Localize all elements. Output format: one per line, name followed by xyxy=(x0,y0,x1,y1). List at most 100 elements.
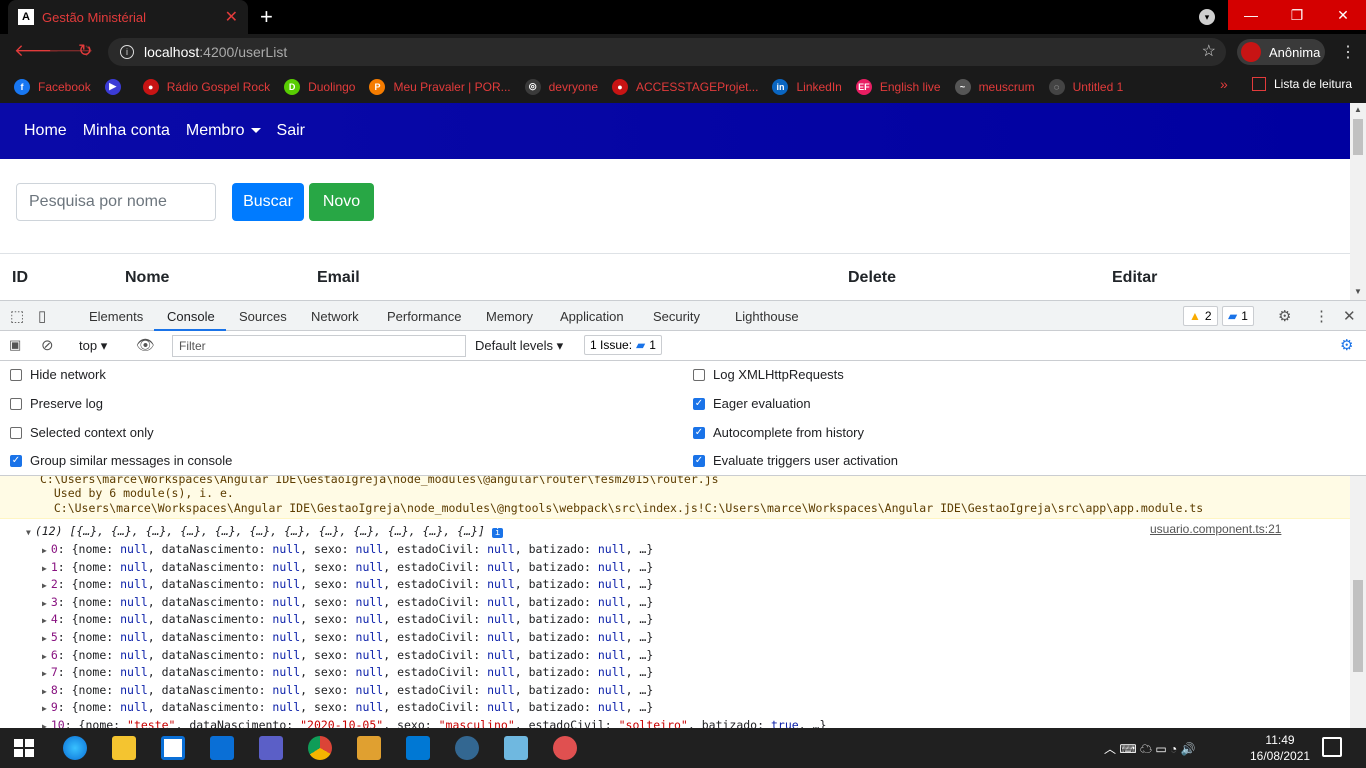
warnings-badge[interactable]: ▲ 2 xyxy=(1183,306,1218,326)
tab-performance[interactable]: Performance xyxy=(387,309,461,324)
setting-checkbox[interactable]: ✓ Evaluate triggers user activation xyxy=(693,453,898,468)
new-tab-icon[interactable]: + xyxy=(260,4,273,30)
profile-button[interactable]: Anônima xyxy=(1237,39,1325,65)
log-levels-dropdown[interactable]: Default levels ▾ xyxy=(475,338,563,354)
page-scrollbar[interactable]: ▲ ▼ xyxy=(1350,103,1366,300)
bookmark-item[interactable]: f Facebook xyxy=(14,78,91,95)
bookmark-item[interactable]: ● Rádio Gospel Rock xyxy=(142,78,270,95)
new-button[interactable]: Novo xyxy=(309,183,374,221)
search-input[interactable] xyxy=(16,183,216,221)
live-expression-icon[interactable]: 👁 xyxy=(136,336,155,354)
array-log-header[interactable]: ▼ (12) [{…}, {…}, {…}, {…}, {…}, {…}, {…}… xyxy=(26,524,504,538)
bookmark-item[interactable]: ▶ xyxy=(104,78,129,95)
more-bookmarks-icon[interactable]: » xyxy=(1220,76,1228,92)
site-info-icon[interactable]: i xyxy=(120,45,134,59)
chrome-icon[interactable] xyxy=(308,736,332,760)
nav-sair[interactable]: Sair xyxy=(277,122,305,140)
devtools-settings-icon[interactable]: ⚙ xyxy=(1278,307,1291,325)
reading-list-button[interactable]: Lista de leitura xyxy=(1252,77,1352,91)
setting-checkbox[interactable]: ✓ Eager evaluation xyxy=(693,396,811,411)
array-item-row[interactable]: ▶ 8: {nome: null, dataNascimento: null, s… xyxy=(42,683,653,697)
checkbox-icon[interactable]: ✓ xyxy=(10,454,22,467)
context-selector[interactable]: top ▾ xyxy=(79,338,107,354)
array-item-row[interactable]: ▶ 7: {nome: null, dataNascimento: null, s… xyxy=(42,665,653,679)
array-item-row[interactable]: ▶ 2: {nome: null, dataNascimento: null, s… xyxy=(42,577,653,591)
devtools-menu-icon[interactable]: ⋮ xyxy=(1314,307,1329,325)
tab-console[interactable]: Console xyxy=(167,309,215,324)
array-item-row[interactable]: ▶ 9: {nome: null, dataNascimento: null, s… xyxy=(42,700,653,714)
close-window-icon[interactable]: ✕ xyxy=(1320,0,1366,30)
clear-console-icon[interactable]: ⊘ xyxy=(41,336,54,354)
mail-icon[interactable] xyxy=(210,736,234,760)
array-item-row[interactable]: ▶ 6: {nome: null, dataNascimento: null, s… xyxy=(42,648,653,662)
system-tray[interactable]: ︿ ⌨ ☁ ▭ ◔ 🔊 xyxy=(1104,740,1196,757)
info-icon[interactable]: i xyxy=(491,528,504,538)
notifications-icon[interactable] xyxy=(1322,737,1342,757)
checkbox-icon[interactable]: ✓ xyxy=(693,397,705,410)
setting-checkbox[interactable]: Selected context only xyxy=(10,425,154,440)
bookmark-star-icon[interactable]: ☆ xyxy=(1202,41,1216,61)
array-item-row[interactable]: ▶ 3: {nome: null, dataNascimento: null, s… xyxy=(42,595,653,609)
bookmark-item[interactable]: ◌ Untitled 1 xyxy=(1048,78,1123,95)
scroll-down-icon[interactable]: ▼ xyxy=(1354,287,1362,296)
minimize-icon[interactable]: — xyxy=(1228,0,1274,30)
tab-network[interactable]: Network xyxy=(311,309,359,324)
array-item-row[interactable]: ▶ 4: {nome: null, dataNascimento: null, s… xyxy=(42,612,653,626)
array-item-row[interactable]: ▶ 1: {nome: null, dataNascimento: null, s… xyxy=(42,560,653,574)
page-scroll-thumb[interactable] xyxy=(1353,119,1363,155)
array-item-row[interactable]: ▶ 10: {nome: "teste", dataNascimento: "20… xyxy=(42,718,826,728)
checkbox-icon[interactable] xyxy=(693,368,705,381)
messages-badge[interactable]: ▰ 1 xyxy=(1222,306,1254,326)
tab-lighthouse[interactable]: Lighthouse xyxy=(735,309,799,324)
setting-checkbox[interactable]: Log XMLHttpRequests xyxy=(693,367,844,382)
console-scrollbar[interactable] xyxy=(1350,476,1366,728)
setting-checkbox[interactable]: Preserve log xyxy=(10,396,103,411)
tab-application[interactable]: Application xyxy=(560,309,624,324)
bookmark-item[interactable]: ◎ devryone xyxy=(524,78,598,95)
bookmark-item[interactable]: EF English live xyxy=(855,78,941,95)
bookmark-item[interactable]: ● ACCESSTAGEProjet... xyxy=(612,78,758,95)
browser-menu-icon[interactable]: ⋮ xyxy=(1340,42,1356,62)
address-bar[interactable]: i localhost:4200/userList ☆ xyxy=(108,38,1226,66)
devtools-close-icon[interactable]: ✕ xyxy=(1343,307,1356,325)
console-scroll-thumb[interactable] xyxy=(1353,580,1363,672)
nav-home[interactable]: Home xyxy=(24,122,67,140)
browser-tab[interactable]: A Gestão Ministérial ✕ xyxy=(8,0,248,34)
tab-security[interactable]: Security xyxy=(653,309,700,324)
issues-button[interactable]: 1 Issue: ▰ 1 xyxy=(584,335,662,355)
console-filter-input[interactable] xyxy=(172,335,466,357)
store-icon[interactable] xyxy=(161,736,185,760)
console-settings-icon[interactable]: ⚙ xyxy=(1340,336,1353,354)
app-icon[interactable] xyxy=(553,736,577,760)
setting-checkbox[interactable]: ✓ Group similar messages in console xyxy=(10,453,232,468)
scroll-up-icon[interactable]: ▲ xyxy=(1354,105,1362,114)
clock[interactable]: 11:49 16/08/2021 xyxy=(1250,732,1310,764)
bookmark-item[interactable]: ~ meuscrum xyxy=(954,78,1035,95)
device-toolbar-icon[interactable]: ▯ xyxy=(38,307,46,325)
windows-start-icon[interactable] xyxy=(12,736,36,760)
search-button[interactable]: Buscar xyxy=(232,183,304,221)
source-link[interactable]: usuario.component.ts:21 xyxy=(1150,522,1281,536)
vscode-icon[interactable] xyxy=(406,736,430,760)
edge-icon[interactable] xyxy=(63,736,87,760)
angular-ide-icon[interactable] xyxy=(357,736,381,760)
setting-checkbox[interactable]: ✓ Autocomplete from history xyxy=(693,425,864,440)
bookmark-item[interactable]: in LinkedIn xyxy=(772,78,842,95)
sidebar-toggle-icon[interactable]: ▣ xyxy=(9,337,21,353)
reload-icon[interactable]: ↻ xyxy=(78,41,92,61)
array-item-row[interactable]: ▶ 0: {nome: null, dataNascimento: null, s… xyxy=(42,542,653,556)
app-icon[interactable] xyxy=(504,736,528,760)
tab-search-icon[interactable]: ▾ xyxy=(1199,9,1215,25)
checkbox-icon[interactable]: ✓ xyxy=(693,454,705,467)
nav-minha-conta[interactable]: Minha conta xyxy=(83,122,170,140)
close-tab-icon[interactable]: ✕ xyxy=(225,7,238,27)
tab-sources[interactable]: Sources xyxy=(239,309,287,324)
restore-icon[interactable]: ❐ xyxy=(1274,0,1320,30)
nav-membro-dropdown[interactable]: Membro xyxy=(186,122,261,140)
checkbox-icon[interactable]: ✓ xyxy=(693,426,705,439)
bookmark-item[interactable]: D Duolingo xyxy=(284,78,355,95)
inspect-element-icon[interactable]: ⬚ xyxy=(10,307,24,325)
tab-elements[interactable]: Elements xyxy=(89,309,143,324)
checkbox-icon[interactable] xyxy=(10,368,22,381)
checkbox-icon[interactable] xyxy=(10,426,22,439)
